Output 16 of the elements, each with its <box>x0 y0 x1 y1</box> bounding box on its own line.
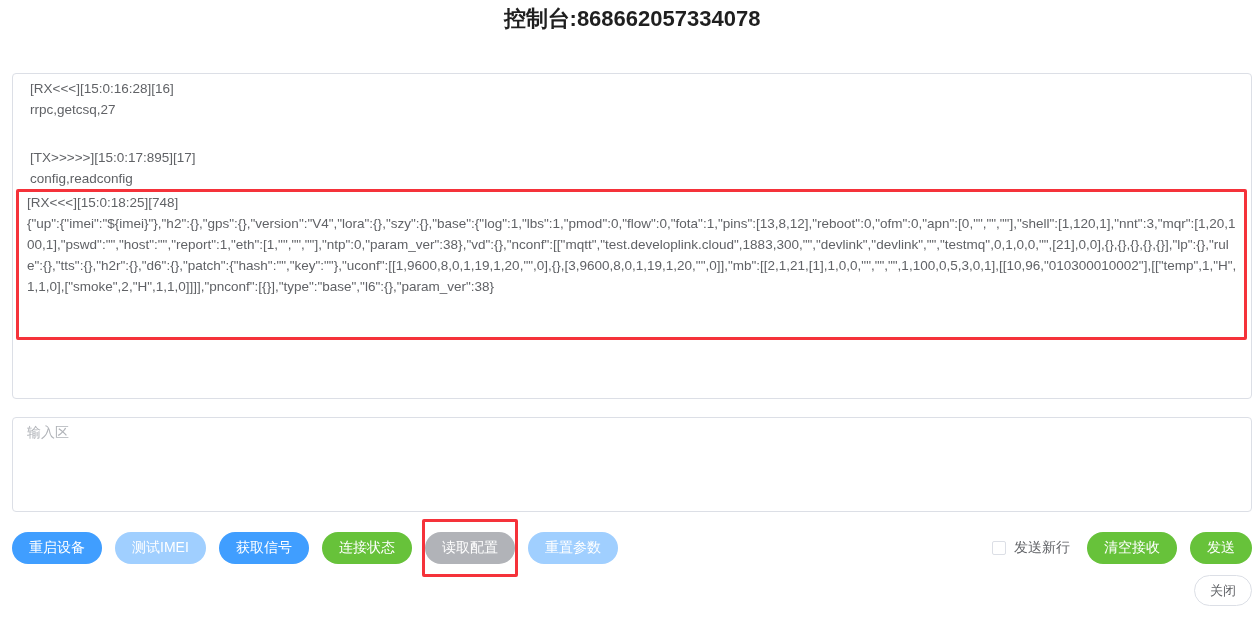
input-field[interactable]: 输入区 <box>12 417 1252 512</box>
message-body: rrpc,getcsq,27 <box>30 101 117 119</box>
message-body: config,readconfig <box>30 170 134 188</box>
action-button[interactable]: 连接状态 <box>321 532 412 564</box>
message-header: [RX<<<][15:0:16:28][16] <box>30 80 175 98</box>
close-button[interactable]: 关闭 <box>1194 575 1252 606</box>
action-button[interactable]: 重启设备 <box>12 532 102 564</box>
message-header: [TX>>>>>][15:0:17:895][17] <box>30 149 197 167</box>
action-button[interactable]: 获取信号 <box>218 532 309 564</box>
action-button[interactable]: 清空接收 <box>1087 532 1177 564</box>
action-button[interactable]: 发送 <box>1190 532 1252 564</box>
message-header: [RX<<<][15:0:18:25][748] <box>27 194 180 212</box>
console-title: 控制台:868662057334078 <box>503 5 761 33</box>
checkbox[interactable] <box>992 541 1006 555</box>
message-body: {"up":{"imei":"${imei}"},"h2":{},"gps":{},"version":"V4","lora":{},"szy":{},"base":{"log":1,"lbs":1,"pmod":0,"flow":0,"fota":1,"pins":[13,8,12],"reboot":0,"ofm":0,"apn":[0,"","",""],"shell":[1,120,1],"nnt":3,"mqr":[1,20,100,1],"pswd":"","host":"","report":1,"eth":[1,"","",""],"ntp":0,"param_ver":38},"vd":{},"nconf":[["mqtt","test.developlink.cloud",1883,300,"","devlink","devlink","","testmq",0,1,0,0,"",[21],0,0],{},{},{},{},{}],"lp":{},"rule":{},"tts":{},"h2r":{},"d6":{},"patch":{"hash":"","key":""},"uconf":[[1,9600,8,0,1,19,1,20,"",0],{},[3,9600,8,0,1,19,1,20,"",0]],"mb":[[2,1,21,[1],1,0,0,"","","",1,100,0,5,3,0,1],[[10,96,"010300010002"],[["temp",1,"H",1,1,0],["smoke",2,"H",1,1,0]]]],"pnconf":[{}],"type":"base","l6":{},"param_ver":38} <box>27 215 1238 296</box>
checkbox-label: 发送新行 <box>1014 539 1070 557</box>
